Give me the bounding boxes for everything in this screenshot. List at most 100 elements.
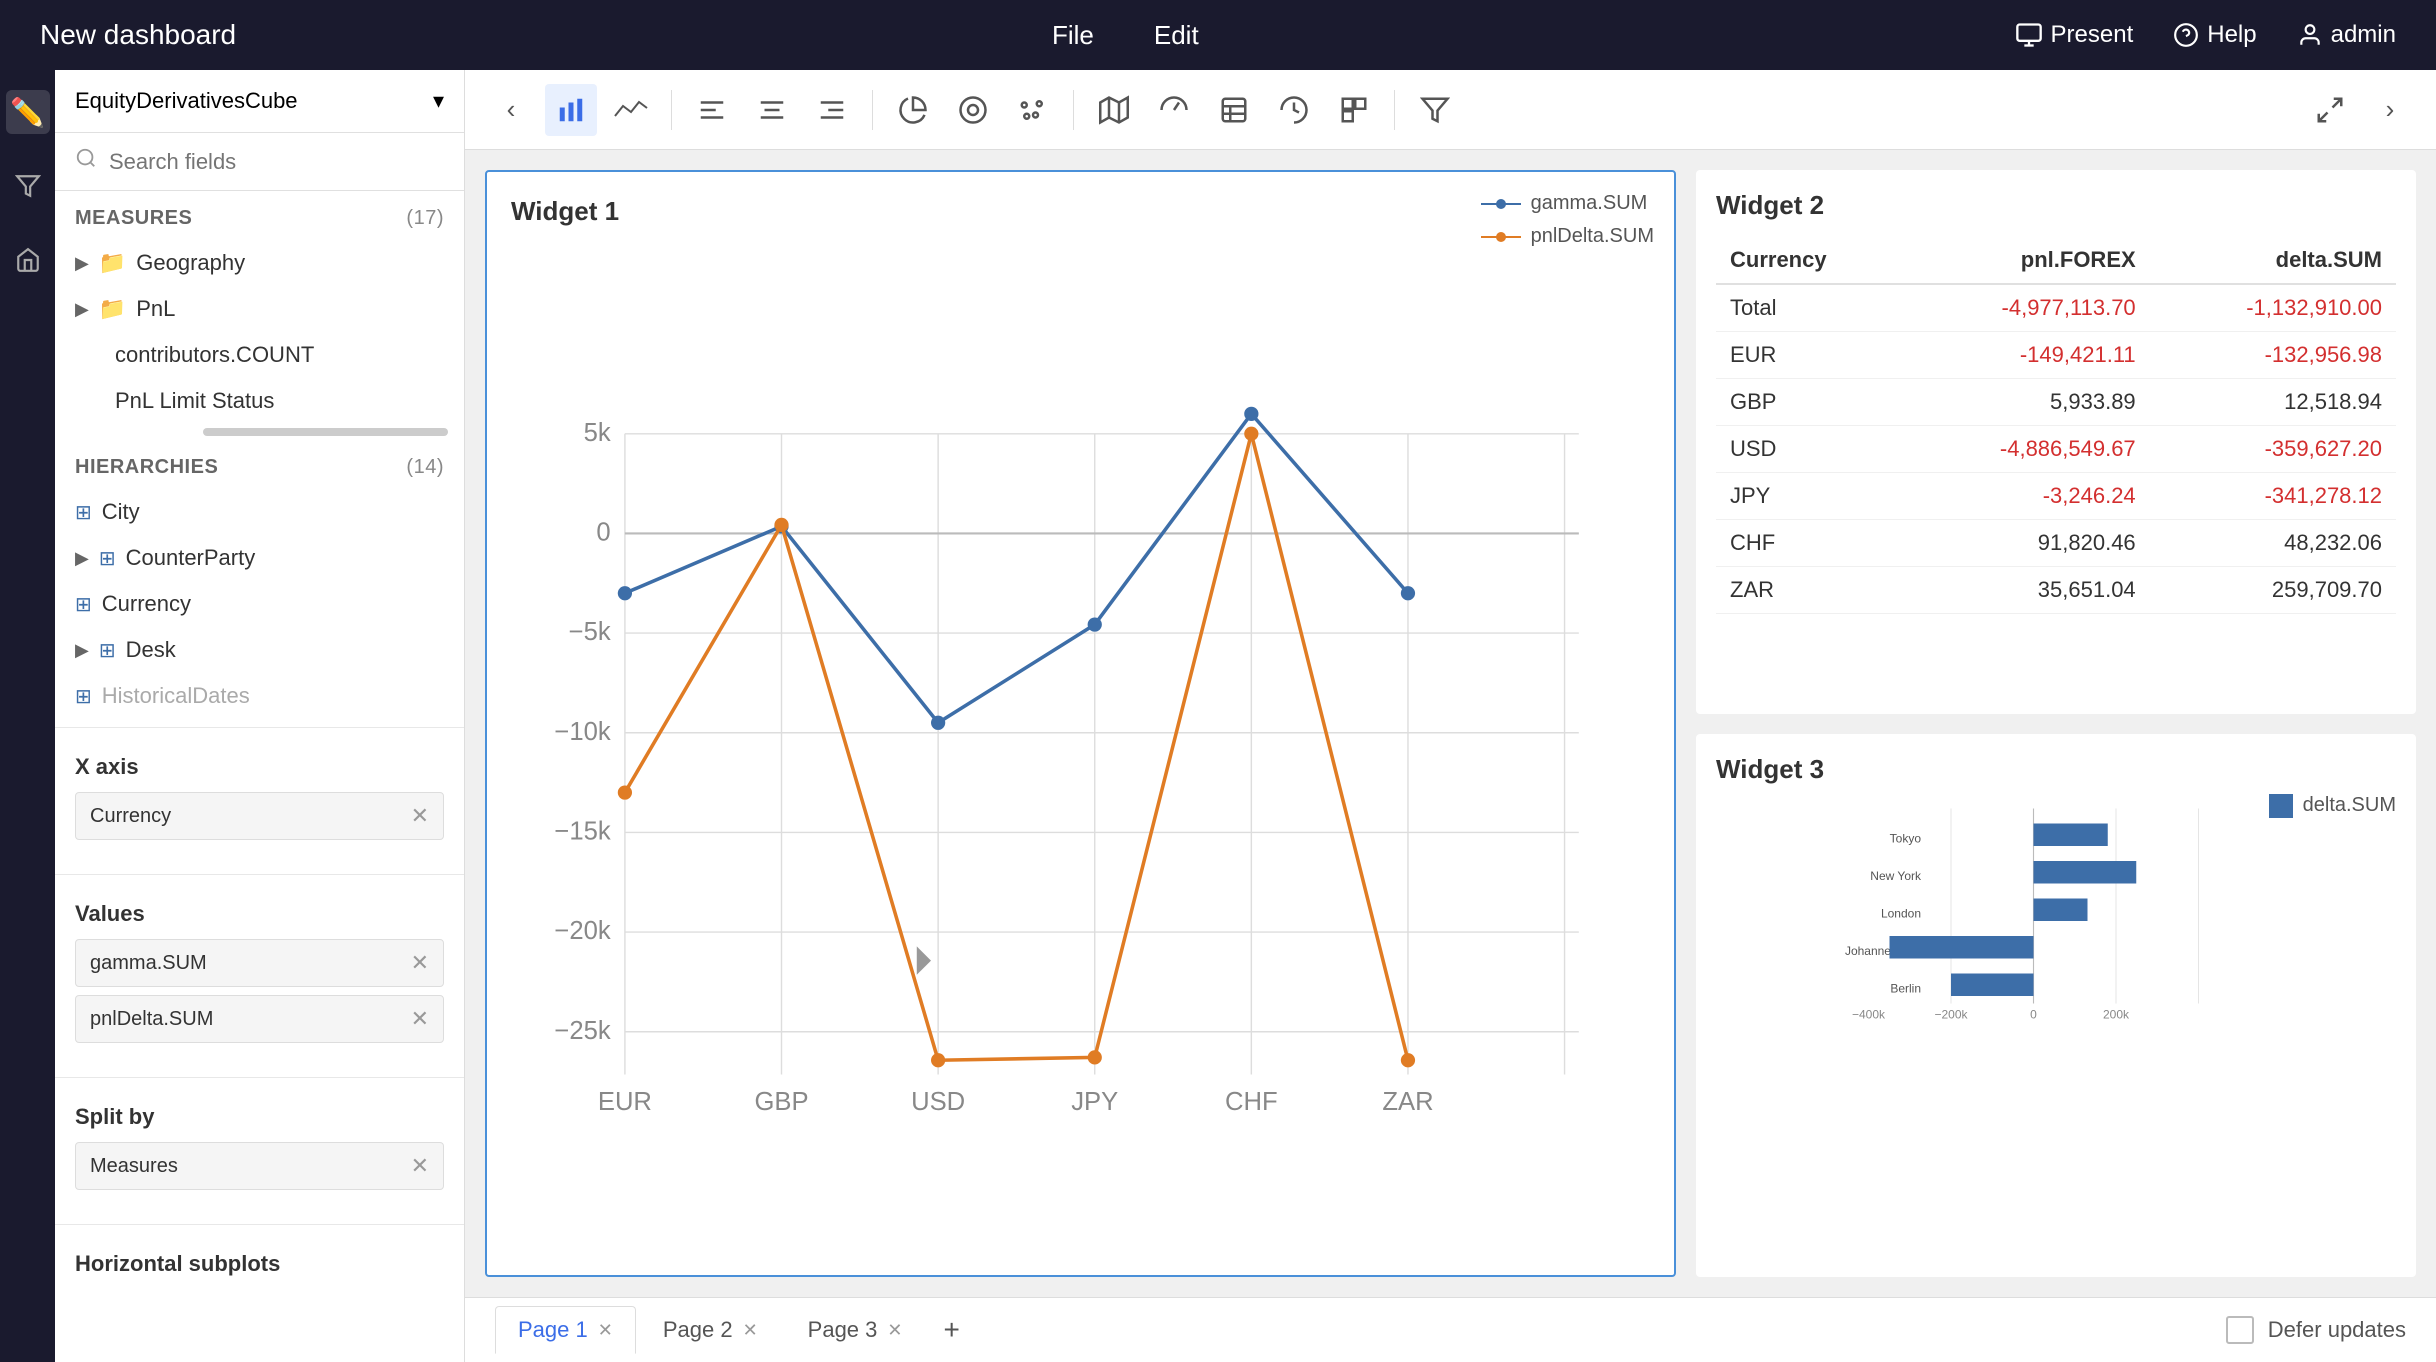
search-input[interactable] (109, 149, 444, 175)
split-by-remove-icon[interactable]: ✕ (411, 1153, 429, 1179)
cell-currency: GBP (1716, 379, 1903, 426)
pie-chart-button[interactable] (887, 84, 939, 136)
svg-text:CHF: CHF (1225, 1088, 1278, 1116)
defer-updates-label: Defer updates (2268, 1317, 2406, 1343)
measures-pnl-limit[interactable]: PnL Limit Status (55, 378, 464, 424)
values-chip-gamma[interactable]: gamma.SUM ✕ (75, 939, 444, 987)
cube-name: EquityDerivativesCube (75, 88, 298, 114)
present-button[interactable]: Present (2015, 21, 2134, 49)
widget-3: Widget 3 delta.SUM −400k −2 (1696, 734, 2416, 1278)
scrollbar[interactable] (203, 428, 448, 436)
page-tab-1[interactable]: Page 1 ✕ (495, 1306, 636, 1354)
measures-geography[interactable]: ▶ 📁 Geography (55, 240, 464, 286)
table-chart-button[interactable] (1208, 84, 1260, 136)
sidebar-filter-icon[interactable] (6, 164, 50, 208)
x-axis-section: X axis Currency ✕ (55, 736, 464, 866)
admin-button[interactable]: admin (2297, 21, 2396, 49)
page-tab-3[interactable]: Page 3 ✕ (785, 1306, 926, 1354)
align-center-button[interactable] (746, 84, 798, 136)
col-delta: delta.SUM (2150, 237, 2396, 284)
measures-pnl[interactable]: ▶ 📁 PnL (55, 286, 464, 332)
defer-updates-checkbox[interactable] (2226, 1316, 2254, 1344)
values-gamma-remove-icon[interactable]: ✕ (411, 950, 429, 976)
hierarchy-icon: ⊞ (75, 592, 92, 617)
cell-currency: EUR (1716, 332, 1903, 379)
hierarchy-desk[interactable]: ▶ ⊞ Desk (55, 627, 464, 673)
align-left-button[interactable] (686, 84, 738, 136)
tab-3-close-icon[interactable]: ✕ (887, 1320, 902, 1341)
chevron-right-icon: ▶ (75, 299, 89, 320)
chevron-down-icon: ▾ (433, 88, 444, 114)
app-title: New dashboard (40, 19, 236, 51)
cell-delta: 259,709.70 (2150, 567, 2396, 614)
scatter-chart-button[interactable] (1007, 84, 1059, 136)
hierarchies-count: (14) (406, 456, 444, 479)
table-row: GBP 5,933.89 12,518.94 (1716, 379, 2396, 426)
cell-delta: -132,956.98 (2150, 332, 2396, 379)
svg-text:−5k: −5k (569, 618, 611, 646)
search-icon (75, 147, 97, 176)
add-page-button[interactable]: + (929, 1308, 973, 1352)
svg-text:GBP: GBP (754, 1088, 808, 1116)
pivot-button[interactable] (1328, 84, 1380, 136)
menu-file[interactable]: File (1052, 20, 1094, 51)
hierarchy-historical[interactable]: ⊞ HistoricalDates (55, 673, 464, 719)
hierarchy-currency[interactable]: ⊞ Currency (55, 581, 464, 627)
donut-chart-button[interactable] (947, 84, 999, 136)
cell-forex: 5,933.89 (1903, 379, 2149, 426)
tab-1-close-icon[interactable]: ✕ (598, 1320, 613, 1341)
line-chart-svg: 5k 0 −5k −10k −15k −20k −25k EUR GBP USD… (511, 243, 1650, 1251)
toolbar-separator-1 (671, 90, 672, 130)
align-right-button[interactable] (806, 84, 858, 136)
icon-sidebar: ✏️ (0, 70, 55, 1362)
table-row: JPY -3,246.24 -341,278.12 (1716, 473, 2396, 520)
map-button[interactable] (1088, 84, 1140, 136)
cell-delta: -1,132,910.00 (2150, 284, 2396, 332)
left-panel: EquityDerivativesCube ▾ MEASURES (17) ▶ … (55, 70, 465, 1362)
hierarchy-icon: ⊞ (99, 546, 116, 571)
filter-button[interactable] (1409, 84, 1461, 136)
sidebar-home-icon[interactable] (6, 238, 50, 282)
hierarchy-city[interactable]: ⊞ City (55, 489, 464, 535)
values-chip-pnldelta[interactable]: pnlDelta.SUM ✕ (75, 995, 444, 1043)
hierarchy-icon: ⊞ (75, 684, 92, 709)
page-tab-2[interactable]: Page 2 ✕ (640, 1306, 781, 1354)
x-axis-chip[interactable]: Currency ✕ (75, 792, 444, 840)
split-by-chip[interactable]: Measures ✕ (75, 1142, 444, 1190)
search-box (55, 133, 464, 191)
tab-2-close-icon[interactable]: ✕ (743, 1320, 758, 1341)
values-pnldelta-remove-icon[interactable]: ✕ (411, 1006, 429, 1032)
hierarchy-counterparty[interactable]: ▶ ⊞ CounterParty (55, 535, 464, 581)
legend-label: delta.SUM (2303, 794, 2396, 817)
back-button[interactable]: ‹ (485, 84, 537, 136)
cell-forex: 35,651.04 (1903, 567, 2149, 614)
line-chart-button[interactable] (605, 84, 657, 136)
expand-button[interactable] (2304, 84, 2356, 136)
svg-text:200k: 200k (2103, 1007, 2130, 1021)
x-axis-remove-icon[interactable]: ✕ (411, 803, 429, 829)
sidebar-edit-icon[interactable]: ✏️ (6, 90, 50, 134)
help-button[interactable]: Help (2173, 21, 2256, 49)
cube-selector[interactable]: EquityDerivativesCube ▾ (55, 70, 464, 133)
table-row: CHF 91,820.46 48,232.06 (1716, 520, 2396, 567)
menu-edit[interactable]: Edit (1154, 20, 1199, 51)
svg-text:USD: USD (911, 1088, 965, 1116)
gauge-chart-button[interactable] (1148, 84, 1200, 136)
widget-3-title: Widget 3 (1716, 754, 2396, 785)
toolbar-separator-2 (872, 90, 873, 130)
title-bar: New dashboard File Edit Present Help adm… (0, 0, 2436, 70)
svg-text:−10k: −10k (554, 718, 610, 746)
measures-header: MEASURES (17) (55, 191, 464, 240)
page-tabs: Page 1 ✕ Page 2 ✕ Page 3 ✕ + Defer updat… (465, 1297, 2436, 1362)
chart-area: 5k 0 −5k −10k −15k −20k −25k EUR GBP USD… (511, 243, 1650, 1251)
chevron-right-icon: ▶ (75, 548, 89, 569)
measures-contributors[interactable]: contributors.COUNT (55, 332, 464, 378)
speed-button[interactable] (1268, 84, 1320, 136)
more-button[interactable]: › (2364, 84, 2416, 136)
bar-chart-button[interactable] (545, 84, 597, 136)
col-forex: pnl.FOREX (1903, 237, 2149, 284)
svg-text:Tokyo: Tokyo (1890, 831, 1922, 845)
svg-text:−15k: −15k (554, 818, 610, 846)
cell-delta: -341,278.12 (2150, 473, 2396, 520)
cell-delta: -359,627.20 (2150, 426, 2396, 473)
